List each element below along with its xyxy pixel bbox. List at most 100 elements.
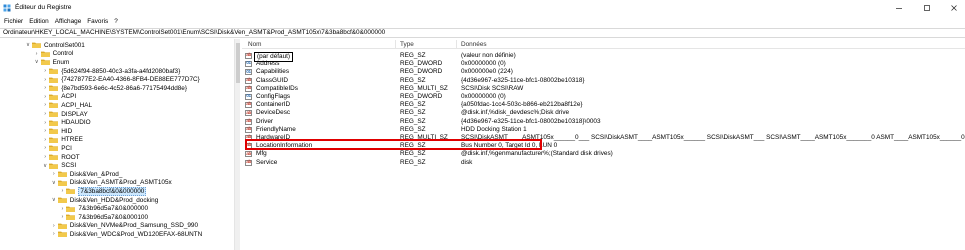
tree-scrollbar[interactable] [234,39,240,250]
tree-item[interactable]: › Disk&Ven_NVMe&Prod_Samsung_SSD_990 [51,222,198,231]
chevron-down-icon[interactable]: ∨ [51,197,57,203]
value-type: REG_SZ [400,117,426,125]
chevron-down-icon[interactable]: ∨ [42,163,48,169]
value-row[interactable]: 01 Capabilities REG_DWORD 0x000000e0 (224) [242,68,965,76]
tree-item[interactable]: › ROOT [42,153,79,162]
menu-fichier[interactable]: Fichier [4,18,23,25]
tree-item[interactable]: › {8e7bd593-6e6c-4c52-86a6-77175494dd8e} [42,84,187,93]
chevron-right-icon[interactable]: › [42,102,48,108]
tree-item[interactable]: › {5d624f94-8850-40c3-a3fa-a4fd2080baf3} [42,67,180,76]
chevron-right-icon[interactable]: › [42,128,48,134]
chevron-right-icon[interactable]: › [51,223,57,229]
tree-item-label: SCSI [61,162,77,170]
value-name: Capabilities [256,68,290,76]
tree-item[interactable]: › ACPI [42,93,76,102]
chevron-right-icon[interactable]: › [42,68,48,74]
tree-item[interactable]: ∨ Enum [34,58,70,67]
value-data: 0x00000000 (0) [461,93,506,100]
column-header-name[interactable]: Nom [248,41,262,48]
tree-item-label: ACPI_HAL [61,101,93,109]
chevron-right-icon[interactable]: › [42,154,48,160]
chevron-down-icon[interactable]: ∨ [51,180,57,186]
chevron-right-icon[interactable]: › [51,171,57,177]
chevron-right-icon[interactable]: › [42,111,48,117]
chevron-right-icon[interactable]: › [59,214,65,220]
value-type: REG_SZ [400,101,426,109]
tree-item[interactable]: › PCI [42,144,72,153]
binary-value-icon: 01 [245,93,252,100]
value-name: FriendlyName [256,125,296,133]
chevron-right-icon[interactable]: › [42,77,48,83]
tree-item-label: 7&3b96d5a7&0&000000 [78,205,149,213]
value-row[interactable]: ab ContainerID REG_SZ {a050fdac-1cc4-503c-b… [242,101,965,109]
chevron-right-icon[interactable]: › [51,231,57,237]
column-header-data[interactable]: Données [461,41,487,48]
window-title: Éditeur du Registre [15,4,72,11]
tree-item-label: ControlSet001 [44,41,85,49]
column-header-type[interactable]: Type [400,41,414,48]
tree-item[interactable]: › Disk&Ven_&Prod_ [51,170,123,179]
tree-item[interactable]: › Disk&Ven_WDC&Prod_WD120EFAX-68UNTN [51,230,202,239]
tree-item[interactable]: › HDAUDIO [42,118,90,127]
value-row[interactable]: ab FriendlyName REG_SZ HDD Docking Station … [242,126,965,134]
tree-item[interactable]: › DISPLAY [42,110,87,119]
value-row[interactable]: ab Service REG_SZ disk [242,159,965,167]
chevron-right-icon[interactable]: › [42,120,48,126]
chevron-right-icon[interactable]: › [42,94,48,100]
value-row[interactable]: ab Driver REG_SZ {4d36e967-e325-11ce-bfc1-0… [242,118,965,126]
value-row[interactable]: 01 Address REG_DWORD 0x00000000 (0) [242,60,965,68]
tree-item[interactable]: › HTREE [42,136,83,145]
value-row[interactable]: ab DeviceDesc REG_SZ @disk.inf,%disk_devdes… [242,109,965,117]
value-data: @disk.inf,%genmanufacturer%;(Standard di… [461,150,613,158]
menu-help[interactable]: ? [114,18,118,25]
chevron-right-icon[interactable]: › [59,206,65,212]
address-bar[interactable]: Ordinateur\HKEY_LOCAL_MACHINE\SYSTEM\Con… [0,28,965,38]
tree-item[interactable]: ∨ Disk&Ven_ASMT&Prod_ASMT105x [51,179,172,188]
key-tree[interactable]: ∨ ControlSet001 › Control ∨ Enum › {5d624f94-88… [0,39,234,250]
string-value-icon: ab [245,52,252,59]
tree-item[interactable]: ∨ SCSI [42,161,76,170]
value-list[interactable]: Nom Type Données ab (par défaut) REG_SZ (va… [242,39,965,250]
menu-edition[interactable]: Edition [29,18,49,25]
chevron-right-icon[interactable]: › [42,85,48,91]
minimize-icon [896,7,902,9]
tree-item[interactable]: › HID [42,127,72,136]
tree-item-label: HTREE [61,136,83,144]
chevron-right-icon[interactable]: › [34,51,40,57]
tree-item[interactable]: › 7&3b96d5a7&0&000100 [59,213,148,222]
friendlyname-highlight [245,139,542,150]
chevron-right-icon[interactable]: › [42,145,48,151]
tree-item[interactable]: ∨ Disk&Ven_HDD&Prod_docking [51,196,158,205]
tree-item[interactable]: › {7427877E2-EA40-4366-8FB4-DE88EE777D7C} [42,75,199,84]
tree-scrollbar-thumb[interactable] [236,43,240,83]
value-data: 0x00000000 (0) [461,60,506,68]
tree-item[interactable]: ∨ ControlSet001 [25,41,85,50]
value-type: REG_MULTI_SZ [400,84,448,92]
tree-item-label: Disk&Ven_WDC&Prod_WD120EFAX-68UNTN [69,230,203,238]
folder-icon [66,189,76,195]
value-row[interactable]: ab CompatibleIDs REG_MULTI_SZ SCSI\Disk SCS… [242,85,965,93]
value-row[interactable]: 01 ConfigFlags REG_DWORD 0x00000000 (0) [242,93,965,101]
tree-item-label: {5d624f94-8850-40c3-a3fa-a4fd2080baf3} [61,67,181,75]
chevron-down-icon[interactable]: ∨ [25,42,31,48]
binary-value-icon: 01 [245,68,252,76]
tree-item[interactable]: › Control [34,50,74,59]
menu-favoris[interactable]: Favoris [87,18,108,25]
close-button[interactable] [948,2,960,13]
chevron-right-icon[interactable]: › [42,137,48,143]
binary-value-icon: 01 [245,60,252,68]
chevron-right-icon[interactable]: › [59,188,65,194]
value-row[interactable]: ab (par défaut) REG_SZ (valeur non définie) [242,52,965,63]
maximize-button[interactable] [921,2,933,13]
tree-item-label: HDAUDIO [61,119,91,127]
minimize-button[interactable] [893,2,905,13]
value-row[interactable]: ab Mfg REG_SZ @disk.inf,%genmanufacturer%;(… [242,150,965,158]
tree-item-label: PCI [61,144,72,152]
tree-item-label: Disk&Ven_NVMe&Prod_Samsung_SSD_990 [69,222,199,230]
menu-affichage[interactable]: Affichage [55,18,82,25]
value-row[interactable]: ab ClassGUID REG_SZ {4d36e967-e325-11ce-bfc… [242,77,965,85]
tree-item[interactable]: › 7&3ba8bcf&0&000000 [59,186,147,196]
tree-item[interactable]: › ACPI_HAL [42,101,92,110]
tree-item[interactable]: › 7&3b96d5a7&0&000000 [59,204,148,213]
chevron-down-icon[interactable]: ∨ [34,59,40,65]
